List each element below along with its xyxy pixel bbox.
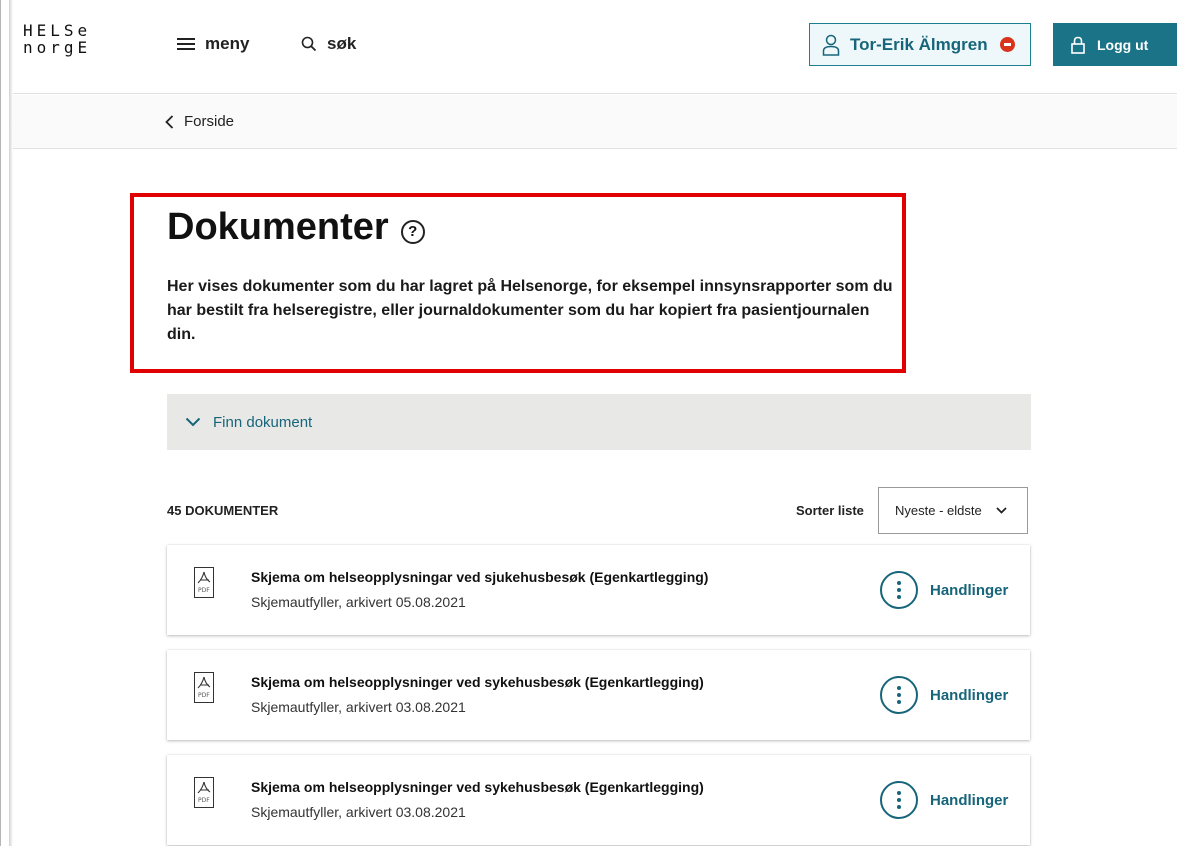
search-icon: [301, 36, 317, 52]
document-subtitle: Skjemautfyller, arkivert 03.08.2021: [251, 699, 466, 715]
document-list-item[interactable]: PDF Skjema om helseopplysninger ved syke…: [167, 755, 1030, 845]
document-title: Skjema om helseopplysninger ved sykehusb…: [251, 674, 704, 690]
sort-select-value: Nyeste - eldste: [895, 503, 982, 518]
sort-label: Sorter liste: [796, 503, 864, 518]
user-profile-button[interactable]: Tor-Erik Älmgren: [809, 23, 1031, 66]
user-icon: [822, 34, 840, 56]
help-icon[interactable]: ?: [400, 219, 425, 244]
helsenorge-logo[interactable]: HELSe norgE: [23, 22, 91, 56]
actions-button[interactable]: Handlinger: [880, 676, 1008, 714]
find-document-label: Finn dokument: [213, 413, 313, 431]
pdf-file-icon: PDF: [194, 567, 214, 598]
pdf-file-icon: PDF: [194, 777, 214, 808]
actions-label: Handlinger: [930, 581, 1009, 599]
logout-label: Logg ut: [1097, 36, 1149, 53]
logout-button[interactable]: Logg ut: [1053, 23, 1177, 66]
more-vertical-icon: [880, 781, 918, 819]
chevron-left-icon: [165, 114, 174, 129]
breadcrumb-label: Forside: [184, 113, 235, 130]
file-type-label: PDF: [198, 797, 210, 804]
search-button[interactable]: søk: [301, 34, 356, 54]
sort-select[interactable]: Nyeste - eldste: [878, 487, 1028, 534]
document-title: Skjema om helseopplysningar ved sjukehus…: [251, 569, 709, 585]
notification-badge: [999, 37, 1015, 52]
document-title: Skjema om helseopplysninger ved sykehusb…: [251, 779, 704, 795]
page-title: Dokumenter: [167, 206, 389, 248]
app-window: HELSe norgE meny søk Tor-Erik Älmgren Lo…: [0, 0, 1177, 846]
chevron-down-icon: [185, 417, 201, 427]
breadcrumb-bar: Forside: [13, 95, 1177, 149]
file-type-label: PDF: [198, 692, 210, 699]
more-vertical-icon: [880, 571, 918, 609]
more-vertical-icon: [880, 676, 918, 714]
user-name: Tor-Erik Älmgren: [850, 34, 988, 54]
lock-icon: [1071, 36, 1085, 54]
find-document-toggle[interactable]: Finn dokument: [167, 394, 1031, 450]
document-subtitle: Skjemautfyller, arkivert 05.08.2021: [251, 594, 466, 610]
document-list-item[interactable]: PDF Skjema om helseopplysninger ved syke…: [167, 650, 1030, 740]
pdf-file-icon: PDF: [194, 672, 214, 703]
site-header: HELSe norgE meny søk Tor-Erik Älmgren Lo…: [13, 0, 1177, 94]
page-title-row: Dokumenter ?: [167, 206, 425, 249]
actions-label: Handlinger: [930, 791, 1009, 809]
file-type-label: PDF: [198, 587, 210, 594]
hamburger-icon: [177, 37, 195, 51]
page-intro-text: Her vises dokumenter som du har lagret p…: [167, 278, 893, 343]
search-label: søk: [327, 34, 357, 53]
menu-label: meny: [205, 34, 250, 53]
logo-line-1: HELSe: [23, 21, 92, 40]
document-list-item[interactable]: PDF Skjema om helseopplysningar ved sjuk…: [167, 545, 1030, 635]
chevron-down-icon: [996, 507, 1007, 514]
logo-line-2: norgE: [23, 38, 92, 57]
menu-button[interactable]: meny: [177, 34, 249, 54]
breadcrumb-home-link[interactable]: Forside: [165, 113, 234, 130]
actions-button[interactable]: Handlinger: [880, 571, 1008, 609]
document-subtitle: Skjemautfyller, arkivert 03.08.2021: [251, 804, 466, 820]
document-count: 45 DOKUMENTER: [167, 503, 279, 518]
actions-label: Handlinger: [930, 686, 1009, 704]
actions-button[interactable]: Handlinger: [880, 781, 1008, 819]
